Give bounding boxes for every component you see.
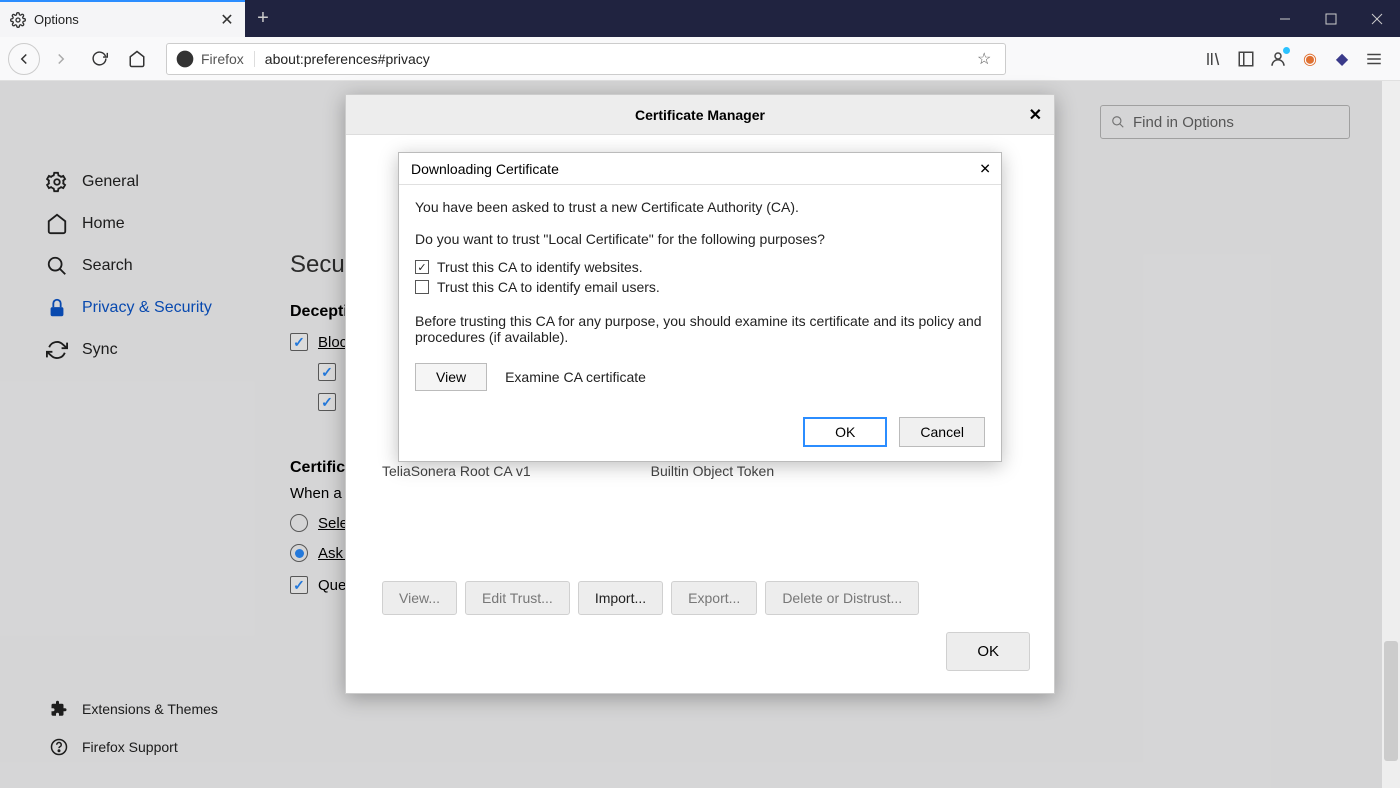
trust-websites-label: Trust this CA to identify websites. [437, 259, 643, 275]
account-icon[interactable] [1268, 49, 1288, 69]
firefox-icon [175, 49, 195, 69]
import-button[interactable]: Import... [578, 581, 663, 615]
view-row: View Examine CA certificate [415, 363, 985, 391]
download-certificate-dialog: Downloading Certificate ✕ You have been … [398, 152, 1002, 462]
export-button[interactable]: Export... [671, 581, 757, 615]
cert-mgr-title: Certificate Manager [635, 107, 765, 123]
ok-button[interactable]: OK [803, 417, 887, 447]
home-button[interactable] [120, 42, 154, 76]
tab-close-icon[interactable]: ✕ [219, 12, 235, 28]
close-icon[interactable]: ✕ [979, 160, 991, 177]
cancel-button[interactable]: Cancel [899, 417, 985, 447]
cert-device: Builtin Object Token [651, 463, 774, 479]
cert-table-row[interactable]: TeliaSonera Root CA v1 Builtin Object To… [382, 463, 774, 479]
window-close-button[interactable] [1354, 0, 1400, 37]
cert-name: TeliaSonera Root CA v1 [382, 463, 531, 479]
download-dialog-footer: OK Cancel [399, 405, 1001, 461]
download-warning: Before trusting this CA for any purpose,… [415, 313, 985, 345]
sidebar-icon[interactable] [1236, 49, 1256, 69]
scrollbar-thumb[interactable] [1384, 641, 1398, 761]
extension-icon-2[interactable]: ◆ [1332, 49, 1352, 69]
titlebar: Options ✕ + [0, 0, 1400, 37]
reload-button[interactable] [82, 42, 116, 76]
back-button[interactable] [8, 43, 40, 75]
download-dialog-body: You have been asked to trust a new Certi… [399, 185, 1001, 405]
checkbox-icon[interactable] [415, 260, 429, 274]
bookmark-star-icon[interactable]: ☆ [977, 49, 997, 69]
delete-button[interactable]: Delete or Distrust... [765, 581, 919, 615]
browser-tab[interactable]: Options ✕ [0, 0, 245, 37]
view-button[interactable]: View [415, 363, 487, 391]
menu-icon[interactable] [1364, 49, 1384, 69]
identity-label: Firefox [201, 51, 255, 67]
nav-toolbar: Firefox ☆ ◉ ◆ [0, 37, 1400, 81]
examine-label: Examine CA certificate [505, 369, 646, 385]
view-button[interactable]: View... [382, 581, 457, 615]
edit-trust-button[interactable]: Edit Trust... [465, 581, 570, 615]
trust-email-row[interactable]: Trust this CA to identify email users. [415, 279, 985, 295]
address-bar[interactable]: Firefox ☆ [166, 43, 1006, 75]
download-line1: You have been asked to trust a new Certi… [415, 199, 985, 215]
download-dialog-header: Downloading Certificate ✕ [399, 153, 1001, 185]
cert-mgr-header: Certificate Manager ✕ [346, 95, 1054, 135]
minimize-button[interactable] [1262, 0, 1308, 37]
tab-title: Options [34, 12, 211, 27]
trust-email-label: Trust this CA to identify email users. [437, 279, 660, 295]
maximize-button[interactable] [1308, 0, 1354, 37]
cert-mgr-buttons: View... Edit Trust... Import... Export..… [382, 581, 919, 615]
close-icon[interactable]: ✕ [1029, 105, 1042, 125]
cert-mgr-ok-button[interactable]: OK [946, 632, 1030, 671]
forward-button[interactable] [44, 42, 78, 76]
vertical-scrollbar[interactable] [1382, 81, 1400, 788]
window-controls [1262, 0, 1400, 37]
library-icon[interactable] [1204, 49, 1224, 69]
download-line2: Do you want to trust "Local Certificate"… [415, 231, 985, 247]
new-tab-button[interactable]: + [245, 0, 281, 37]
url-input[interactable] [255, 51, 977, 67]
gear-icon [10, 12, 26, 28]
toolbar-right-icons: ◉ ◆ [1204, 49, 1392, 69]
checkbox-icon[interactable] [415, 280, 429, 294]
extension-icon-1[interactable]: ◉ [1300, 49, 1320, 69]
download-dialog-title: Downloading Certificate [411, 161, 559, 177]
trust-websites-row[interactable]: Trust this CA to identify websites. [415, 259, 985, 275]
